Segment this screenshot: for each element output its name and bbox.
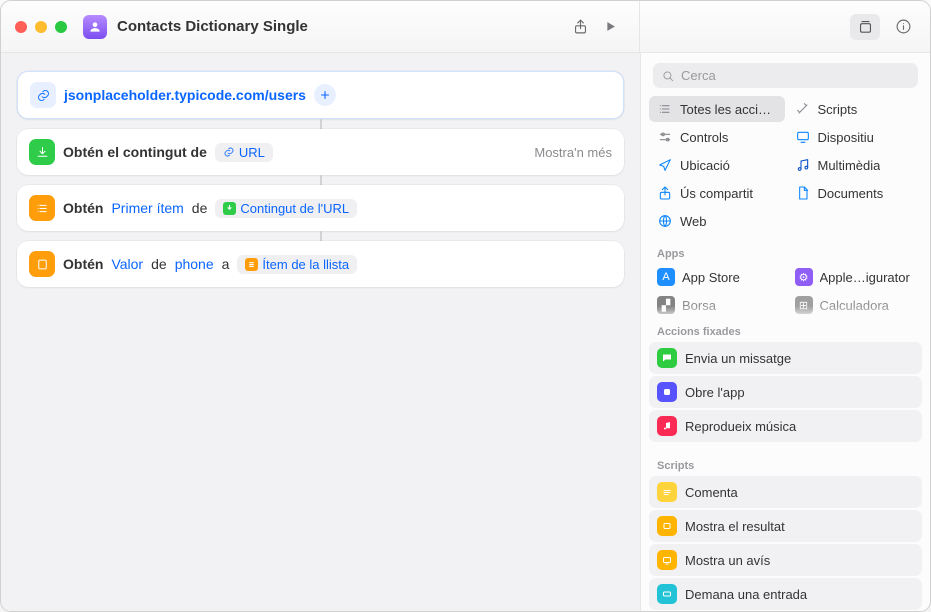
url-content-token[interactable]: Contingut de l'URL (215, 199, 357, 218)
category-controls[interactable]: Controls (649, 124, 785, 150)
window-controls[interactable] (15, 21, 67, 33)
category-documents[interactable]: Documents (787, 180, 923, 206)
window-title: Contacts Dictionary Single (117, 18, 308, 35)
wand-icon (795, 101, 811, 117)
category-device[interactable]: Dispositiu (787, 124, 923, 150)
list-item-token[interactable]: Ítem de la llista (237, 255, 357, 274)
shortcuts-window: Contacts Dictionary Single (0, 0, 931, 612)
device-icon (795, 129, 811, 145)
download-icon (29, 139, 55, 165)
apps-header: Apps (641, 240, 930, 264)
scripts-header: Scripts (641, 452, 930, 476)
fixed-play-music[interactable]: Reprodueix música (649, 410, 922, 442)
music-icon (657, 416, 677, 436)
appstore-icon: A (657, 268, 675, 286)
category-grid: Totes les acci… Scripts Controls Disposi… (641, 96, 930, 240)
action-url[interactable]: jsonplaceholder.typicode.com/users (17, 71, 624, 119)
alert-icon (657, 550, 677, 570)
info-button[interactable] (888, 14, 918, 40)
category-sharing[interactable]: Ús compartit (649, 180, 785, 206)
app-calculator[interactable]: ⊞ Calculadora (787, 292, 923, 318)
music-icon (795, 157, 811, 173)
comment-icon (657, 482, 677, 502)
connector (320, 175, 322, 185)
workflow-canvas[interactable]: jsonplaceholder.typicode.com/users Obtén… (1, 53, 640, 611)
key-token[interactable]: phone (175, 256, 214, 272)
zoom-icon[interactable] (55, 21, 67, 33)
apps-grid: A App Store ⚙ Apple…igurator ▞ Borsa ⊞ C… (641, 264, 930, 318)
url-token[interactable]: URL (215, 143, 273, 162)
category-web[interactable]: Web (649, 208, 785, 234)
library-button[interactable] (850, 14, 880, 40)
category-location[interactable]: Ubicació (649, 152, 785, 178)
document-icon (795, 185, 811, 201)
open-app-icon (657, 382, 677, 402)
link-icon (30, 82, 56, 108)
action-label: Obtén el contingut de (63, 144, 207, 160)
share-icon (657, 185, 673, 201)
dictionary-icon (29, 251, 55, 277)
add-url-button[interactable] (314, 84, 336, 106)
configurator-icon: ⚙ (795, 268, 813, 286)
actions-sidebar: Cerca Totes les acci… Scripts Controls (640, 53, 930, 611)
share-button[interactable] (565, 14, 595, 40)
fixed-open-app[interactable]: Obre l'app (649, 376, 922, 408)
location-icon (657, 157, 673, 173)
list-icon (657, 101, 673, 117)
web-icon (657, 213, 673, 229)
url-value[interactable]: jsonplaceholder.typicode.com/users (64, 87, 306, 103)
search-icon (661, 69, 675, 83)
fixed-actions-list: Envia un missatge Obre l'app Reprodueix … (641, 342, 930, 452)
connector (320, 231, 322, 241)
script-ask-input[interactable]: Demana una entrada (649, 578, 922, 610)
run-button[interactable] (595, 14, 625, 40)
minimize-icon[interactable] (35, 21, 47, 33)
script-comment[interactable]: Comenta (649, 476, 922, 508)
result-icon (657, 516, 677, 536)
shortcut-icon (83, 15, 107, 39)
fixed-send-message[interactable]: Envia un missatge (649, 342, 922, 374)
stocks-icon: ▞ (657, 296, 675, 314)
search-input[interactable]: Cerca (653, 63, 918, 88)
action-label: Obtén (63, 200, 103, 216)
action-get-contents[interactable]: Obtén el contingut de URL Mostra'n més (17, 129, 624, 175)
action-get-item[interactable]: Obtén Primer ítem de Contingut de l'URL (17, 185, 624, 231)
calculator-icon: ⊞ (795, 296, 813, 314)
sliders-icon (657, 129, 673, 145)
category-media[interactable]: Multimèdia (787, 152, 923, 178)
close-icon[interactable] (15, 21, 27, 33)
message-icon (657, 348, 677, 368)
category-scripts[interactable]: Scripts (787, 96, 923, 122)
list-icon (29, 195, 55, 221)
app-configurator[interactable]: ⚙ Apple…igurator (787, 264, 923, 290)
show-more-button[interactable]: Mostra'n més (534, 145, 612, 160)
input-icon (657, 584, 677, 604)
app-borsa[interactable]: ▞ Borsa (649, 292, 785, 318)
category-all[interactable]: Totes les acci… (649, 96, 785, 122)
scripts-list: Comenta Mostra el resultat Mostra un aví… (641, 476, 930, 611)
first-item-token[interactable]: Primer ítem (111, 200, 183, 216)
script-show-result[interactable]: Mostra el resultat (649, 510, 922, 542)
action-label: Obtén (63, 256, 103, 272)
app-appstore[interactable]: A App Store (649, 264, 785, 290)
connector (320, 119, 322, 129)
script-show-alert[interactable]: Mostra un avís (649, 544, 922, 576)
fixed-header: Accions fixades (641, 318, 930, 342)
action-get-value[interactable]: Obtén Valor de phone a Ítem de la llista (17, 241, 624, 287)
value-token[interactable]: Valor (111, 256, 143, 272)
